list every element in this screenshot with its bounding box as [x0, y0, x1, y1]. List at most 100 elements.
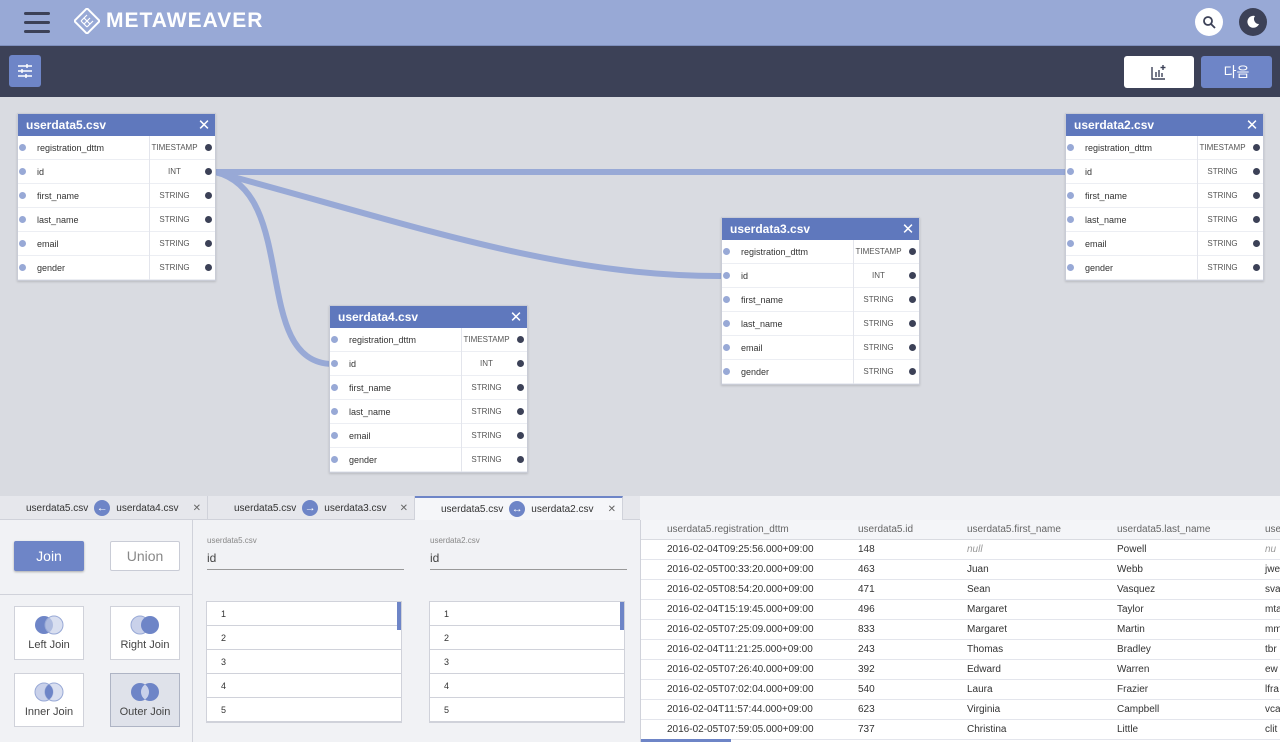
input-port-icon[interactable]	[19, 192, 26, 199]
table-column-row[interactable]: id INT	[18, 159, 215, 184]
next-button[interactable]: 다음	[1201, 56, 1272, 88]
input-port-icon[interactable]	[19, 240, 26, 247]
join-canvas[interactable]: userdata5.csv ✕ registration_dttm TIMESTAMP…	[0, 97, 1280, 496]
table-row[interactable]: 2016-02-05T07:02:04.000+09:00 540 Laura Fra…	[641, 680, 1280, 700]
input-port-icon[interactable]	[723, 320, 730, 327]
table-column-row[interactable]: last_name STRING	[722, 311, 919, 336]
right-value-list[interactable]: 1 2 3 4 5	[429, 601, 625, 723]
table-row[interactable]: 2016-02-05T07:59:05.000+09:00 737 Christin…	[641, 720, 1280, 740]
table-card[interactable]: userdata5.csv ✕ registration_dttm TIMESTAMP…	[17, 113, 216, 281]
input-port-icon[interactable]	[723, 344, 730, 351]
left-value-list[interactable]: 1 2 3 4 5	[206, 601, 402, 723]
output-port-icon[interactable]	[909, 368, 916, 375]
output-port-icon[interactable]	[517, 384, 524, 391]
table-column-row[interactable]: email STRING	[1066, 231, 1263, 256]
close-icon[interactable]: ✕	[505, 308, 527, 326]
outer-join-option[interactable]: Outer Join	[110, 673, 180, 727]
table-row[interactable]: 2016-02-05T00:33:20.000+09:00 463 Juan Webb…	[641, 560, 1280, 580]
column-header[interactable]: userdata5.last_name	[1091, 520, 1239, 539]
input-port-icon[interactable]	[1067, 168, 1074, 175]
column-header[interactable]: userdata5.registration_dttm	[641, 520, 832, 539]
output-port-icon[interactable]	[205, 192, 212, 199]
input-port-icon[interactable]	[331, 360, 338, 367]
close-icon[interactable]: ✕	[897, 220, 919, 238]
table-column-row[interactable]: registration_dttm TIMESTAMP	[18, 135, 215, 160]
table-row[interactable]: 2016-02-04T15:19:45.000+09:00 496 Margaret…	[641, 600, 1280, 620]
output-port-icon[interactable]	[1253, 144, 1260, 151]
output-port-icon[interactable]	[517, 408, 524, 415]
table-column-row[interactable]: first_name STRING	[722, 287, 919, 312]
table-column-row[interactable]: id INT	[722, 263, 919, 288]
table-column-row[interactable]: last_name STRING	[18, 207, 215, 232]
hamburger-menu-icon[interactable]	[24, 12, 50, 34]
output-port-icon[interactable]	[909, 248, 916, 255]
join-button[interactable]: Join	[14, 541, 84, 571]
table-card-header[interactable]: userdata3.csv ✕	[722, 218, 919, 240]
close-icon[interactable]: ✕	[193, 503, 201, 514]
output-port-icon[interactable]	[205, 240, 212, 247]
output-port-icon[interactable]	[517, 336, 524, 343]
app-logo[interactable]: METAWEAVER	[74, 8, 263, 34]
table-card-header[interactable]: userdata5.csv ✕	[18, 114, 215, 136]
table-card[interactable]: userdata4.csv ✕ registration_dttm TIMESTAMP…	[329, 305, 528, 473]
output-port-icon[interactable]	[909, 344, 916, 351]
output-port-icon[interactable]	[205, 144, 212, 151]
output-port-icon[interactable]	[517, 360, 524, 367]
table-column-row[interactable]: gender STRING	[330, 447, 527, 472]
output-port-icon[interactable]	[909, 296, 916, 303]
left-key-field[interactable]: userdata5.csv id	[207, 536, 404, 570]
input-port-icon[interactable]	[19, 168, 26, 175]
table-card[interactable]: userdata2.csv ✕ registration_dttm TIMESTAMP…	[1065, 113, 1264, 281]
table-column-row[interactable]: id STRING	[1066, 159, 1263, 184]
column-header[interactable]: userdata5.id	[832, 520, 941, 539]
input-port-icon[interactable]	[1067, 144, 1074, 151]
input-port-icon[interactable]	[723, 368, 730, 375]
add-chart-button[interactable]	[1124, 56, 1194, 88]
table-row[interactable]: 2016-02-04T11:57:44.000+09:00 623 Virginia…	[641, 700, 1280, 720]
input-port-icon[interactable]	[19, 216, 26, 223]
table-column-row[interactable]: first_name STRING	[18, 183, 215, 208]
input-port-icon[interactable]	[1067, 264, 1074, 271]
table-column-row[interactable]: gender STRING	[1066, 255, 1263, 280]
dark-mode-icon[interactable]	[1239, 8, 1267, 36]
tab-join-1[interactable]: userdata5.csv ← userdata4.csv ✕	[0, 496, 208, 520]
output-port-icon[interactable]	[205, 264, 212, 271]
scrollbar[interactable]	[620, 602, 624, 630]
table-row[interactable]: 2016-02-05T08:54:20.000+09:00 471 Sean Vasq…	[641, 580, 1280, 600]
tab-join-2[interactable]: userdata5.csv → userdata3.csv ✕	[208, 496, 415, 520]
search-icon[interactable]	[1195, 8, 1223, 36]
input-port-icon[interactable]	[331, 432, 338, 439]
table-row[interactable]: 2016-02-05T07:26:40.000+09:00 392 Edward Wa…	[641, 660, 1280, 680]
column-header[interactable]: userdata5.first_name	[941, 520, 1091, 539]
table-column-row[interactable]: first_name STRING	[1066, 183, 1263, 208]
input-port-icon[interactable]	[331, 408, 338, 415]
close-icon[interactable]: ✕	[400, 503, 408, 514]
table-column-row[interactable]: email STRING	[330, 423, 527, 448]
output-port-icon[interactable]	[205, 168, 212, 175]
table-column-row[interactable]: email STRING	[18, 231, 215, 256]
output-port-icon[interactable]	[1253, 264, 1260, 271]
input-port-icon[interactable]	[723, 296, 730, 303]
close-icon[interactable]: ✕	[1241, 116, 1263, 134]
left-key-select[interactable]: id	[207, 551, 404, 570]
settings-sliders-icon[interactable]	[9, 55, 41, 87]
output-port-icon[interactable]	[1253, 168, 1260, 175]
table-column-row[interactable]: gender STRING	[722, 359, 919, 384]
output-port-icon[interactable]	[1253, 240, 1260, 247]
output-port-icon[interactable]	[1253, 192, 1260, 199]
left-join-option[interactable]: Left Join	[14, 606, 84, 660]
table-card-header[interactable]: userdata2.csv ✕	[1066, 114, 1263, 136]
result-grid[interactable]: userdata5.registration_dttm userdata5.id…	[640, 520, 1280, 742]
union-button[interactable]: Union	[110, 541, 180, 571]
input-port-icon[interactable]	[1067, 240, 1074, 247]
input-port-icon[interactable]	[1067, 216, 1074, 223]
input-port-icon[interactable]	[1067, 192, 1074, 199]
table-card[interactable]: userdata3.csv ✕ registration_dttm TIMESTAMP…	[721, 217, 920, 385]
input-port-icon[interactable]	[19, 144, 26, 151]
table-column-row[interactable]: last_name STRING	[330, 399, 527, 424]
input-port-icon[interactable]	[331, 336, 338, 343]
table-column-row[interactable]: last_name STRING	[1066, 207, 1263, 232]
table-column-row[interactable]: first_name STRING	[330, 375, 527, 400]
table-column-row[interactable]: id INT	[330, 351, 527, 376]
output-port-icon[interactable]	[1253, 216, 1260, 223]
